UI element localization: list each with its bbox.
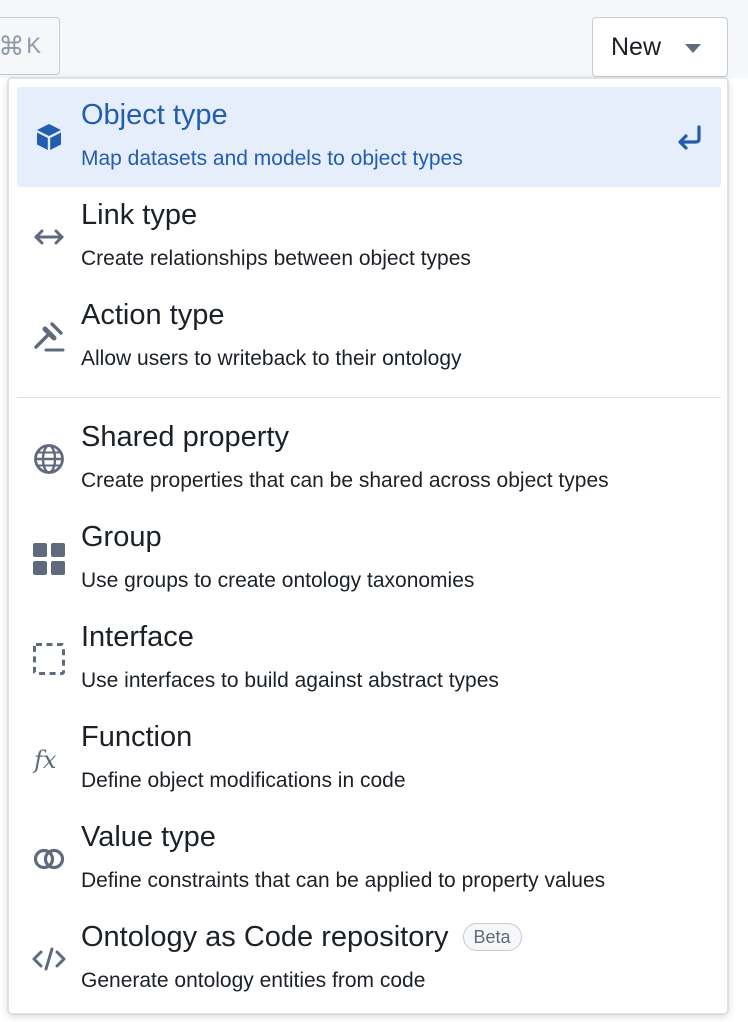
- grid-icon: [31, 541, 67, 577]
- shortcut-key-label: K: [26, 33, 41, 58]
- menu-item-shared-property[interactable]: Shared property Create properties that c…: [17, 409, 721, 509]
- beta-badge: Beta: [462, 923, 522, 951]
- new-dropdown-menu: Object type Map datasets and models to o…: [8, 78, 728, 1014]
- menu-item-title: Shared property: [81, 421, 289, 453]
- menu-item-title: Function: [81, 721, 193, 753]
- command-icon: ⌘: [0, 31, 25, 61]
- menu-item-description: Allow users to writeback to their ontolo…: [81, 347, 462, 370]
- new-button[interactable]: New: [592, 17, 728, 77]
- menu-item-description: Map datasets and models to object types: [81, 147, 463, 170]
- menu-item-description: Create relationships between object type…: [81, 247, 471, 270]
- menu-divider: [17, 397, 721, 398]
- menu-item-ontology-as-code[interactable]: Ontology as Code repository Beta Generat…: [17, 909, 721, 1009]
- menu-item-title: Action type: [81, 299, 225, 331]
- menu-item-description: Define constraints that can be applied t…: [81, 869, 606, 892]
- menu-item-link-type[interactable]: Link type Create relationships between o…: [17, 187, 721, 287]
- arrows-horizontal-icon: [31, 219, 67, 255]
- enter-key-icon: [671, 119, 707, 155]
- menu-item-title: Ontology as Code repository: [81, 921, 449, 953]
- menu-item-title: Object type: [81, 99, 228, 131]
- new-button-label: New: [611, 32, 662, 61]
- command-k-shortcut-button[interactable]: ⌘ K: [0, 17, 60, 75]
- dashed-square-icon: [31, 641, 67, 677]
- globe-icon: [31, 441, 67, 477]
- menu-item-title: Group: [81, 521, 162, 553]
- menu-item-group[interactable]: Group Use groups to create ontology taxo…: [17, 509, 721, 609]
- svg-text:fx: fx: [32, 746, 57, 774]
- menu-item-description: Define object modifications in code: [81, 769, 406, 792]
- top-bar: ⌘ K New: [0, 0, 748, 78]
- menu-item-title: Interface: [81, 621, 194, 653]
- menu-item-description: Use interfaces to build against abstract…: [81, 669, 499, 692]
- menu-item-title-row: Ontology as Code repository Beta: [81, 919, 522, 955]
- menu-item-value-type[interactable]: Value type Define constraints that can b…: [17, 809, 721, 909]
- menu-item-object-type[interactable]: Object type Map datasets and models to o…: [17, 87, 721, 187]
- menu-item-description: Create properties that can be shared acr…: [81, 469, 609, 492]
- code-icon: [31, 941, 67, 977]
- caret-down-icon: [685, 43, 702, 53]
- menu-item-interface[interactable]: Interface Use interfaces to build agains…: [17, 609, 721, 709]
- menu-item-title: Link type: [81, 199, 198, 231]
- cube-icon: [31, 119, 67, 155]
- function-icon: fx: [31, 741, 67, 777]
- menu-item-title: Value type: [81, 821, 216, 853]
- menu-item-description: Generate ontology entities from code: [81, 969, 426, 992]
- gavel-icon: [31, 319, 67, 355]
- menu-item-description: Use groups to create ontology taxonomies: [81, 569, 475, 592]
- menu-item-function[interactable]: fx Function Define object modifications …: [17, 709, 721, 809]
- intersection-icon: [31, 841, 67, 877]
- menu-item-action-type[interactable]: Action type Allow users to writeback to …: [17, 287, 721, 387]
